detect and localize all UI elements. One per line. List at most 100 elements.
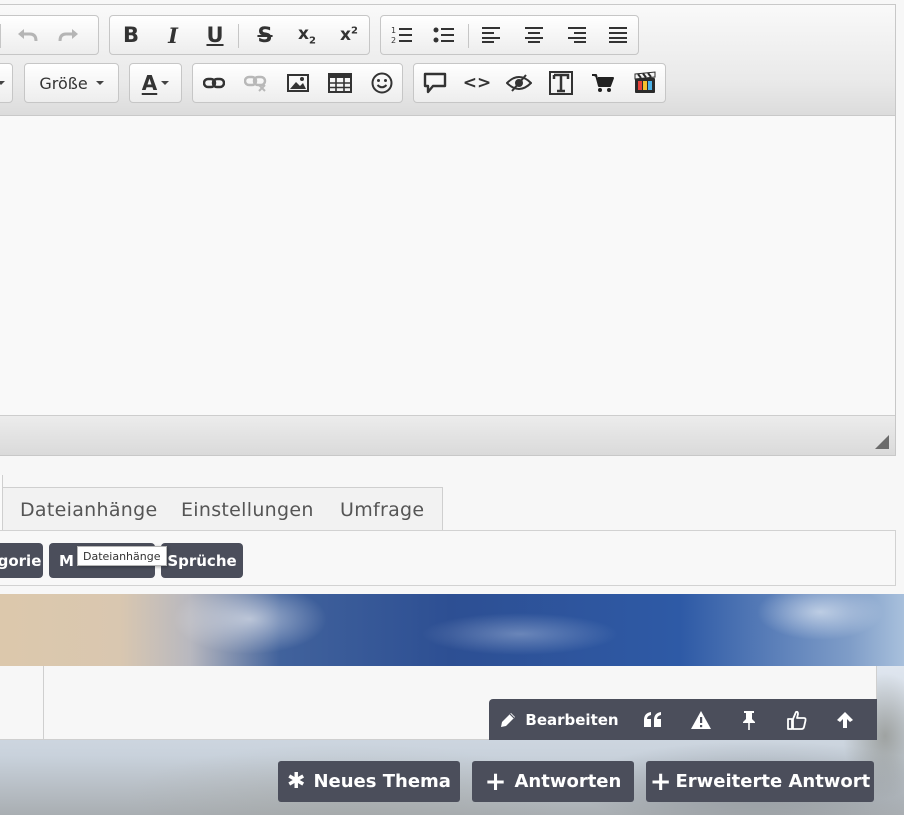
- edit-button-label: Bearbeiten: [525, 710, 619, 729]
- tab-poll[interactable]: Umfrage: [340, 488, 424, 532]
- chevron-down-icon: [0, 81, 5, 85]
- ordered-list-icon: 1 2: [391, 26, 412, 45]
- image-icon: [287, 74, 309, 92]
- size-label: Größe: [39, 73, 88, 93]
- table-icon: [328, 73, 352, 93]
- tab-poll-label: Umfrage: [340, 499, 425, 521]
- strikethrough-icon: S: [257, 23, 273, 47]
- ordered-list-button[interactable]: 1 2: [381, 16, 423, 54]
- rich-text-editor: B I U S x2 x2 1 2 Größe A <>: [0, 4, 896, 456]
- chevron-down-icon: [161, 81, 170, 85]
- advanced-reply-label: Erweiterte Antwort: [675, 771, 871, 792]
- warning-icon: [691, 710, 711, 729]
- cart-icon: [592, 74, 614, 92]
- post-options-tabs: Dateianhänge Einstellungen Umfrage: [0, 487, 443, 531]
- reply-button[interactable]: + Antworten: [472, 761, 634, 802]
- editor-text-area[interactable]: [0, 116, 895, 415]
- chevron-down-icon: [95, 81, 104, 85]
- category-button[interactable]: gorie: [0, 543, 43, 578]
- pencil-icon: [501, 712, 516, 727]
- align-justify-icon: [609, 27, 627, 43]
- underline-icon: U: [206, 23, 224, 47]
- align-right-button[interactable]: [555, 16, 597, 54]
- emoji-icon: [371, 72, 393, 94]
- image-button[interactable]: [277, 64, 319, 102]
- tab-active-edge[interactable]: [0, 475, 3, 532]
- post-action-bar: Bearbeiten: [489, 699, 877, 740]
- quote-bubble-icon: [423, 72, 447, 94]
- insert-group: [192, 63, 403, 103]
- bullet-list-button[interactable]: [423, 16, 465, 54]
- subscript-button[interactable]: x2: [286, 16, 328, 54]
- tab-attachments-label: Dateianhänge: [20, 499, 158, 521]
- like-button[interactable]: [773, 699, 821, 740]
- sayings-button[interactable]: Sprüche: [161, 543, 243, 578]
- text-icon: [549, 71, 573, 95]
- emoji-button[interactable]: [361, 64, 403, 102]
- svg-text:2: 2: [391, 36, 396, 45]
- post-divider: [43, 666, 44, 740]
- quote-icon: [644, 711, 661, 727]
- align-left-button[interactable]: [471, 16, 513, 54]
- subscript-icon: x2: [298, 23, 316, 47]
- edit-button[interactable]: Bearbeiten: [489, 699, 629, 740]
- new-topic-label: Neues Thema: [313, 771, 451, 792]
- background-sky-banner: [0, 594, 904, 666]
- separator: [0, 24, 1, 48]
- tab-attachments[interactable]: Dateianhänge: [20, 488, 157, 532]
- code-icon: <>: [462, 73, 492, 93]
- asterisk-icon: ✱: [287, 768, 306, 794]
- quote-bubble-button[interactable]: [414, 64, 456, 102]
- paragraph-group: 1 2: [380, 15, 639, 55]
- undo-button[interactable]: [6, 16, 48, 54]
- align-center-button[interactable]: [513, 16, 555, 54]
- bold-button[interactable]: B: [110, 16, 152, 54]
- scroll-top-button[interactable]: [821, 699, 869, 740]
- align-justify-button[interactable]: [597, 16, 639, 54]
- align-right-icon: [568, 27, 586, 43]
- sayings-button-label: Sprüche: [167, 551, 237, 570]
- table-button[interactable]: [319, 64, 361, 102]
- italic-icon: I: [168, 22, 178, 48]
- more-button-label: M: [59, 551, 74, 570]
- tab-settings-label: Einstellungen: [181, 499, 314, 521]
- bullet-list-icon: [433, 27, 454, 43]
- editor-status-bar: [0, 415, 895, 455]
- new-topic-button[interactable]: ✱ Neues Thema: [278, 761, 460, 802]
- pin-button[interactable]: [725, 699, 773, 740]
- tooltip: Dateianhänge: [77, 546, 167, 566]
- arrow-up-icon: [837, 711, 853, 728]
- tab-settings[interactable]: Einstellungen: [181, 488, 314, 532]
- spoiler-icon: [506, 74, 532, 92]
- svg-text:1: 1: [391, 26, 396, 35]
- link-button[interactable]: [193, 64, 235, 102]
- cart-button[interactable]: [582, 64, 624, 102]
- text-button[interactable]: [540, 64, 582, 102]
- underline-button[interactable]: U: [194, 16, 236, 54]
- superscript-button[interactable]: x2: [328, 16, 370, 54]
- redo-button[interactable]: [48, 16, 90, 54]
- redo-icon: [58, 29, 78, 42]
- report-button[interactable]: [677, 699, 725, 740]
- editor-toolbar: B I U S x2 x2 1 2 Größe A <>: [0, 5, 895, 116]
- plus-icon: +: [484, 766, 507, 797]
- font-dropdown[interactable]: [0, 63, 13, 103]
- font-color-dropdown[interactable]: A: [129, 63, 182, 103]
- undo-icon: [18, 29, 38, 42]
- media-button[interactable]: [624, 64, 666, 102]
- separator: [468, 24, 469, 48]
- separator: [238, 24, 239, 48]
- superscript-icon: x2: [340, 25, 358, 45]
- spoiler-button[interactable]: [498, 64, 540, 102]
- italic-button[interactable]: I: [152, 16, 194, 54]
- code-button[interactable]: <>: [456, 64, 498, 102]
- strikethrough-button[interactable]: S: [244, 16, 286, 54]
- size-dropdown[interactable]: Größe: [24, 63, 119, 103]
- pin-icon: [743, 710, 755, 730]
- unlink-icon: [244, 75, 267, 92]
- resize-handle[interactable]: [875, 435, 889, 449]
- unlink-button[interactable]: [235, 64, 277, 102]
- quote-button[interactable]: [629, 699, 677, 740]
- history-group: [0, 15, 99, 55]
- advanced-reply-button[interactable]: + Erweiterte Antwort: [646, 761, 874, 802]
